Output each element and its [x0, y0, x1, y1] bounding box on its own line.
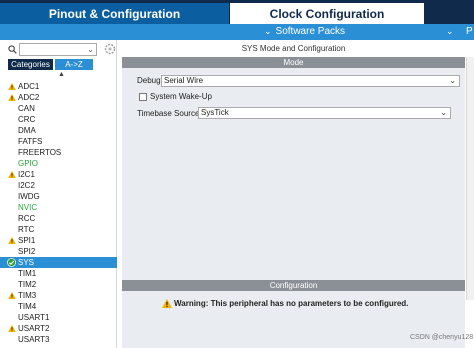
- sidebar-item-spi1[interactable]: SPI1: [0, 235, 117, 246]
- sidebar-item-spi2[interactable]: SPI2: [0, 246, 117, 257]
- sidebar-item-tim2[interactable]: TIM2: [0, 279, 117, 290]
- software-packs-label: Software Packs: [275, 26, 346, 37]
- no-parameters-warning: Warning: This peripheral has no paramete…: [174, 299, 409, 308]
- panel-title: SYS Mode and Configuration: [241, 44, 346, 53]
- sidebar-item-iwdg[interactable]: IWDG: [0, 191, 117, 202]
- tab-categories[interactable]: Categories: [8, 59, 53, 70]
- pinout-menu-partial[interactable]: P: [466, 26, 473, 37]
- sidebar-item-crc[interactable]: CRC: [0, 114, 117, 125]
- sidebar-item-i2c1[interactable]: I2C1: [0, 169, 117, 180]
- sidebar-item-label: CAN: [18, 104, 35, 113]
- category-tabs: Categories A->Z: [8, 59, 118, 70]
- sidebar-item-i2c2[interactable]: I2C2: [0, 180, 117, 191]
- sidebar-item-label: ADC1: [18, 82, 40, 91]
- sidebar-item-label: RTC: [18, 225, 35, 234]
- warning-icon: [8, 171, 16, 178]
- sidebar-item-rcc[interactable]: RCC: [0, 213, 117, 224]
- sidebar-item-label: TIM1: [18, 269, 37, 278]
- sidebar-item-label: USART1: [18, 313, 50, 322]
- sidebar-item-label: I2C2: [18, 181, 35, 190]
- sidebar-item-label: TIM2: [18, 280, 37, 289]
- sidebar-item-label: FREERTOS: [18, 148, 62, 157]
- sidebar-item-tim3[interactable]: TIM3: [0, 290, 117, 301]
- sidebar-item-usart3[interactable]: USART3: [0, 334, 117, 345]
- sidebar-item-tim1[interactable]: TIM1: [0, 268, 117, 279]
- system-wakeup-checkbox[interactable]: [139, 93, 147, 101]
- configuration-section-header: Configuration: [122, 280, 465, 291]
- sidebar-item-can[interactable]: CAN: [0, 103, 117, 114]
- sidebar-item-freertos[interactable]: FREERTOS: [0, 147, 117, 158]
- sidebar-item-label: IWDG: [18, 192, 40, 201]
- warning-icon: [8, 83, 16, 90]
- watermark: CSDN @chenyu128: [410, 334, 474, 341]
- chevron-down-icon: ⌄: [449, 76, 456, 85]
- sidebar-item-label: I2C1: [18, 170, 35, 179]
- sidebar: ⌄ Categories A->Z ▲ ADC1 ADC2 CAN CRC DMA FAT…: [0, 40, 117, 348]
- sidebar-item-label: USART3: [18, 335, 50, 344]
- sidebar-item-rtc[interactable]: RTC: [0, 224, 117, 235]
- check-circle-icon: [7, 258, 16, 267]
- search-input[interactable]: ⌄: [19, 43, 97, 56]
- sidebar-item-label: TIM3: [18, 291, 37, 300]
- sub-toolbar: ⌄ Software Packs ⌄ P: [0, 24, 474, 40]
- sidebar-item-label: FATFS: [18, 137, 43, 146]
- timebase-source-select[interactable]: SysTick ⌄: [198, 107, 451, 119]
- tab-a-to-z[interactable]: A->Z: [55, 59, 93, 70]
- sidebar-item-gpio[interactable]: GPIO: [0, 158, 117, 169]
- sidebar-item-adc2[interactable]: ADC2: [0, 92, 117, 103]
- warning-icon: [8, 94, 16, 101]
- sidebar-item-label: SYS: [18, 258, 35, 267]
- sidebar-item-label: USART2: [18, 324, 50, 333]
- system-wakeup-label: System Wake-Up: [150, 92, 212, 101]
- sidebar-item-label: RCC: [18, 214, 36, 223]
- debug-select[interactable]: Serial Wire ⌄: [161, 75, 460, 87]
- sidebar-item-fatfs[interactable]: FATFS: [0, 136, 117, 147]
- sidebar-item-label: CRC: [18, 115, 36, 124]
- sidebar-item-dma[interactable]: DMA: [0, 125, 117, 136]
- sidebar-item-nvic[interactable]: NVIC: [0, 202, 117, 213]
- tab-more[interactable]: [425, 3, 474, 24]
- chevron-down-icon[interactable]: ⌄: [87, 45, 94, 54]
- search-icon: [8, 45, 17, 54]
- sidebar-item-usart1[interactable]: USART1: [0, 312, 117, 323]
- tab-clock-configuration[interactable]: Clock Configuration: [230, 3, 424, 24]
- sidebar-item-label: DMA: [18, 126, 36, 135]
- timebase-source-label: Timebase Source: [137, 109, 200, 118]
- configuration-panel: SYS Mode and Configuration Mode Debug Se…: [122, 40, 474, 348]
- chevron-down-icon: ⌄: [440, 108, 447, 117]
- debug-select-value: Serial Wire: [164, 76, 204, 85]
- sidebar-item-adc1[interactable]: ADC1: [0, 81, 117, 92]
- mode-section: Debug Serial Wire ⌄ System Wake-Up Timeb…: [122, 68, 465, 300]
- gear-icon[interactable]: [104, 43, 116, 55]
- sidebar-item-label: TIM4: [18, 302, 37, 311]
- warning-icon: [8, 292, 16, 299]
- top-tab-bar: Pinout & Configuration Clock Configurati…: [0, 0, 474, 24]
- sidebar-item-label: ADC2: [18, 93, 40, 102]
- sidebar-item-label: SPI2: [18, 247, 36, 256]
- debug-label: Debug: [137, 76, 161, 85]
- sidebar-item-usart2[interactable]: USART2: [0, 323, 117, 334]
- timebase-source-value: SysTick: [201, 108, 229, 117]
- warning-icon: [162, 299, 172, 308]
- software-packs-menu[interactable]: ⌄ Software Packs: [264, 26, 345, 37]
- warning-icon: [8, 237, 16, 244]
- sidebar-item-tim4[interactable]: TIM4: [0, 301, 117, 312]
- vertical-scrollbar[interactable]: [466, 57, 474, 300]
- warning-icon: [8, 325, 16, 332]
- sidebar-item-label: NVIC: [18, 203, 38, 212]
- sidebar-item-label: GPIO: [18, 159, 39, 168]
- sort-arrow-icon[interactable]: ▲: [58, 71, 65, 78]
- peripheral-list: ADC1 ADC2 CAN CRC DMA FATFS FREERTOS GPIO I2C1 I2…: [0, 81, 117, 345]
- chevron-down-icon: ⌄: [264, 26, 272, 36]
- chevron-down-icon[interactable]: ⌄: [446, 26, 454, 37]
- tab-pinout-configuration[interactable]: Pinout & Configuration: [0, 3, 229, 24]
- sidebar-item-sys[interactable]: SYS: [0, 257, 117, 268]
- sidebar-item-label: SPI1: [18, 236, 36, 245]
- search-row: ⌄: [6, 43, 116, 56]
- mode-section-header: Mode: [122, 57, 465, 68]
